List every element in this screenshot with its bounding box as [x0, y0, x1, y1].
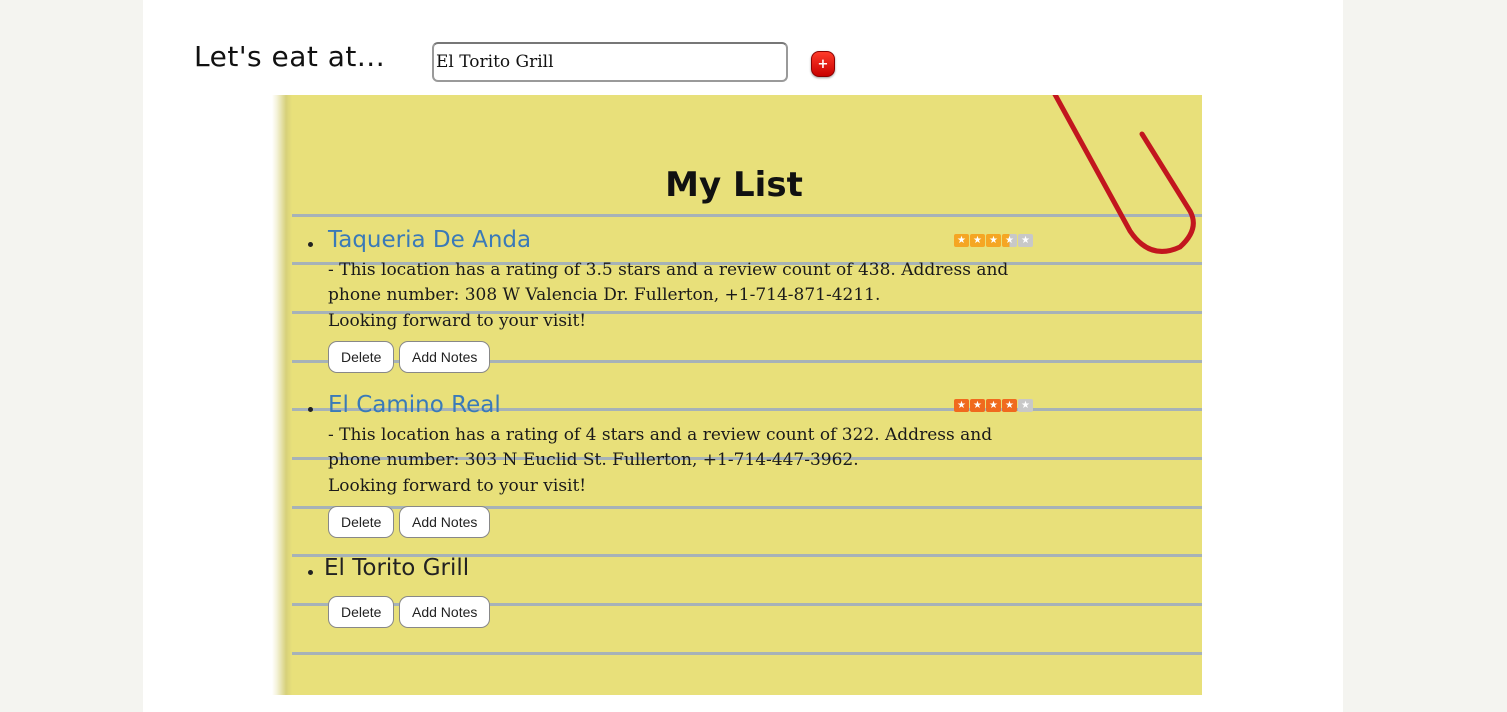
star-icon: ★	[986, 234, 1001, 247]
restaurant-description: - This location has a rating of 3.5 star…	[328, 260, 1009, 305]
restaurant-link[interactable]: El Camino Real	[328, 392, 501, 418]
notepad-edge-shadow	[272, 95, 292, 695]
star-icon: ★	[970, 234, 985, 247]
star-icon: ★	[986, 399, 1001, 412]
add-notes-button[interactable]: Add Notes	[399, 596, 491, 628]
star-icon: ★	[1002, 399, 1017, 412]
add-restaurant-button[interactable]: +	[811, 51, 835, 77]
delete-button[interactable]: Delete	[328, 341, 395, 373]
bullet	[308, 242, 313, 247]
list-title: My List	[665, 165, 803, 205]
add-notes-button[interactable]: Add Notes	[399, 506, 491, 538]
star-rating: ★ ★ ★ ★ ★	[954, 399, 1034, 412]
closing-message: Looking forward to your visit!	[328, 311, 587, 331]
add-notes-button[interactable]: Add Notes	[399, 341, 491, 373]
star-icon: ★	[970, 399, 985, 412]
restaurant-description: - This location has a rating of 4 stars …	[328, 425, 993, 470]
notepad: My List Taqueria De Anda ★ ★ ★ ★ ★ - This lo…	[272, 95, 1202, 695]
bullet	[308, 407, 313, 412]
star-icon: ★	[954, 234, 969, 247]
bullet	[308, 570, 313, 575]
star-icon: ★	[1018, 399, 1033, 412]
star-icon: ★	[954, 399, 969, 412]
delete-button[interactable]: Delete	[328, 596, 395, 628]
restaurant-name: El Torito Grill	[324, 555, 470, 581]
restaurant-link[interactable]: Taqueria De Anda	[328, 227, 531, 253]
rule-line	[292, 652, 1202, 655]
star-icon: ★	[1002, 234, 1017, 247]
delete-button[interactable]: Delete	[328, 506, 395, 538]
restaurant-search-input[interactable]	[432, 42, 788, 82]
star-rating: ★ ★ ★ ★ ★	[954, 234, 1034, 247]
closing-message: Looking forward to your visit!	[328, 476, 587, 496]
page-heading: Let's eat at...	[194, 40, 386, 73]
star-icon: ★	[1018, 234, 1033, 247]
